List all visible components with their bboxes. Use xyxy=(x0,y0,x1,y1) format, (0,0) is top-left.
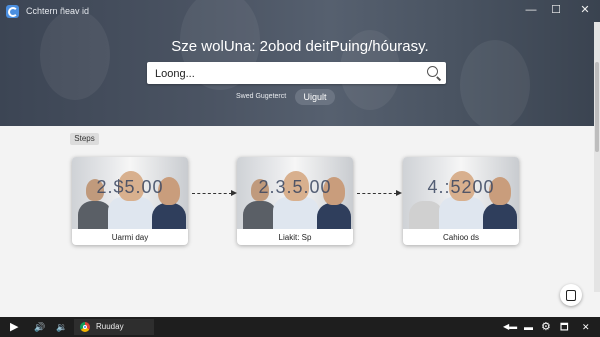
step-value: 2.3.5.00 xyxy=(258,177,332,197)
clipboard-icon xyxy=(566,289,576,301)
taskbar-app-label: Ruuday xyxy=(96,322,124,331)
tray-volume-icon[interactable]: ◀▬ xyxy=(503,321,517,333)
step-card-1[interactable]: 2.$5.00 Uarmi day xyxy=(72,157,188,245)
clipboard-button[interactable] xyxy=(560,284,582,306)
step-value: 4.:5200 xyxy=(427,177,495,197)
search-icon[interactable] xyxy=(427,66,438,77)
maximize-button[interactable]: ☐ xyxy=(545,2,567,18)
vertical-scrollbar[interactable] xyxy=(594,22,600,292)
volume-low-icon[interactable]: 🔉 xyxy=(56,321,67,333)
step-arrow xyxy=(192,189,237,196)
hero-banner: Cchtern ñeav id — ☐ ✕ Sze wolUna: 2obod … xyxy=(0,0,600,126)
taskbar-app-chrome[interactable]: Ruuday xyxy=(74,319,154,335)
tray-caption-icon[interactable]: ▬ xyxy=(524,321,533,333)
step-arrow xyxy=(357,189,402,196)
step-label: Liakit: Sp xyxy=(278,233,312,242)
step-card-2[interactable]: 2.3.5.00 Liakit: Sp xyxy=(237,157,353,245)
close-button[interactable]: ✕ xyxy=(574,2,596,18)
step-value: 2.$5.00 xyxy=(96,177,164,197)
fullscreen-icon[interactable]: ✕ xyxy=(582,321,590,333)
background-face-1 xyxy=(40,10,110,100)
chrome-icon xyxy=(80,322,90,332)
window-mode-icon[interactable]: 🗖 xyxy=(560,321,569,333)
search-input[interactable] xyxy=(153,65,427,83)
hero-heading: Sze wolUna: 2obod deitPuing/hóurasy. xyxy=(171,38,429,55)
step-card-3[interactable]: 4.:5200 Cahioo ds xyxy=(403,157,519,245)
minimize-button[interactable]: — xyxy=(520,2,542,18)
window-title: Cchtern ñeav id xyxy=(26,6,90,16)
scrollbar-thumb[interactable] xyxy=(595,62,599,152)
taskbar: ▶ 🔊 🔉 Ruuday ◀▬ ▬ ⚙ 🗖 ✕ xyxy=(0,317,600,337)
search-box[interactable] xyxy=(147,62,446,84)
title-bar: Cchtern ñeav id — ☐ ✕ xyxy=(0,0,600,22)
filter-button[interactable]: Uigult xyxy=(295,89,335,105)
step-label: Uarmi day xyxy=(111,233,149,242)
step-label: Cahioo ds xyxy=(442,233,480,242)
steps-tag: Steps xyxy=(70,133,99,145)
filter-label: Swed Gugeterct xyxy=(236,93,287,100)
app-logo-icon xyxy=(6,5,19,18)
play-icon[interactable]: ▶ xyxy=(10,321,18,333)
volume-icon[interactable]: 🔊 xyxy=(34,321,45,333)
settings-icon[interactable]: ⚙ xyxy=(541,321,551,333)
